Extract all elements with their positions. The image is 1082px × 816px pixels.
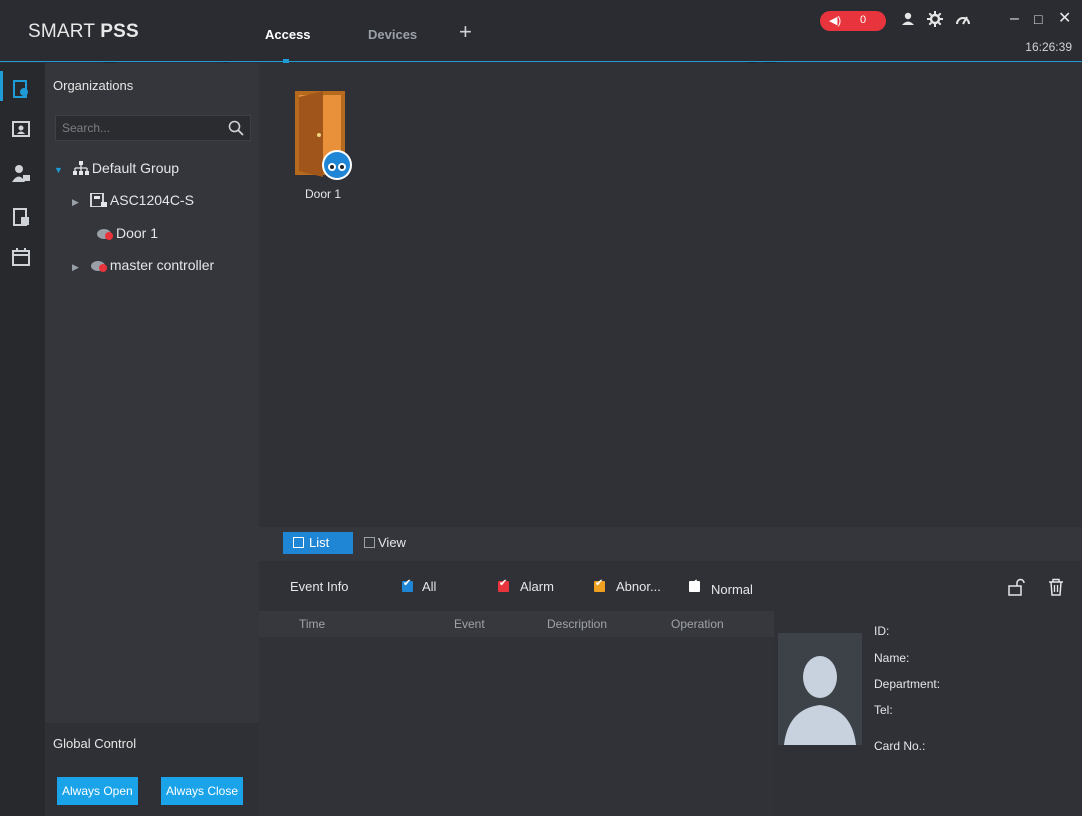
column-header-event[interactable]: Event <box>454 617 485 631</box>
person-department-label: Department: <box>874 677 941 691</box>
list-grid-icon <box>293 537 304 548</box>
column-header-time[interactable]: Time <box>299 617 325 631</box>
trash-icon[interactable] <box>1048 578 1064 596</box>
tree-item-master-controller[interactable]: ▶ master controller <box>72 254 214 276</box>
alarm-count: 0 <box>860 14 867 26</box>
minimize-icon[interactable]: – <box>1010 10 1019 28</box>
tree-item-door-1[interactable]: Door 1 <box>96 222 158 244</box>
search-icon[interactable] <box>228 120 244 136</box>
person-card-label: Card No.: <box>874 739 926 753</box>
list-mode-button[interactable]: List <box>283 532 353 554</box>
event-table-body <box>259 637 774 816</box>
unlock-icon[interactable] <box>1007 578 1025 596</box>
performance-gauge-icon[interactable] <box>955 11 971 27</box>
door-icon <box>295 91 352 180</box>
tab-access[interactable]: Access <box>265 27 311 42</box>
person-info-panel: ID: Name: Department: Tel: Card No.: <box>774 611 1082 816</box>
organizations-panel: Organizations ▼ Default Group ▶ ASC1204C… <box>45 63 259 816</box>
person-id-label: ID: <box>874 624 890 638</box>
always-close-button[interactable]: Always Close <box>161 777 244 805</box>
personnel-card-icon[interactable] <box>11 119 31 139</box>
filter-abnormal-label: Abnor... <box>616 579 661 594</box>
person-name-label: Name: <box>874 651 910 665</box>
tab-devices[interactable]: Devices <box>368 27 417 42</box>
collapse-arrow-icon[interactable]: ▶ <box>72 191 86 213</box>
global-control-title: Global Control <box>53 736 137 751</box>
door-tile-label: Door 1 <box>304 187 342 201</box>
organization-icon[interactable] <box>11 79 31 99</box>
title-bar: SMART PSS Access Devices + ◀) 0 – □ ✕ 16… <box>0 0 1082 63</box>
filter-alarm-label: Alarm <box>520 579 554 594</box>
close-icon[interactable]: ✕ <box>1058 10 1071 28</box>
alarm-counter-button[interactable]: ◀) 0 <box>820 11 886 31</box>
group-icon <box>72 161 89 175</box>
rail-selection-indicator <box>0 71 3 101</box>
filter-normal-checkbox[interactable] <box>689 578 700 592</box>
search-input[interactable] <box>56 116 221 140</box>
add-tab-icon[interactable]: + <box>459 21 472 43</box>
filter-normal-label: Normal <box>711 582 753 597</box>
door-icon <box>97 229 113 240</box>
calendar-icon[interactable] <box>11 247 31 267</box>
view-grid-icon <box>364 537 375 548</box>
tree-item-asc1204c-s[interactable]: ▶ ASC1204C-S <box>72 189 194 211</box>
app-logo: SMART PSS <box>28 21 139 42</box>
tree-item-label: Default Group <box>91 160 180 176</box>
event-info-label: Event Info <box>290 579 349 594</box>
search-box <box>55 115 251 141</box>
filter-all-label: All <box>422 579 437 594</box>
left-icon-rail <box>0 63 45 816</box>
always-open-button[interactable]: Always Open <box>57 777 138 805</box>
door-icon <box>90 261 107 272</box>
expand-arrow-icon[interactable]: ▼ <box>54 159 68 181</box>
controller-icon <box>89 193 107 207</box>
collapse-arrow-icon[interactable]: ▶ <box>72 256 86 278</box>
filter-alarm-checkbox[interactable] <box>498 578 509 592</box>
avatar <box>778 633 862 745</box>
maximize-icon[interactable]: □ <box>1034 10 1042 28</box>
door-tile[interactable]: Door 1 <box>291 89 355 207</box>
event-table-header: Time Event Description Operation <box>259 611 774 637</box>
tree-item-default-group[interactable]: ▼ Default Group <box>54 157 179 179</box>
user-permission-icon[interactable] <box>11 163 31 183</box>
view-mode-button[interactable]: View <box>364 532 406 554</box>
user-icon[interactable] <box>900 11 916 27</box>
person-tel-label: Tel: <box>874 703 893 717</box>
gear-icon[interactable] <box>927 11 943 27</box>
filter-abnormal-checkbox[interactable] <box>594 578 605 592</box>
app-window: ST. 1998 WE SECURE YOUR LIFE SMART PSS A… <box>0 0 1082 816</box>
tree-item-label: master controller <box>109 257 215 273</box>
event-filter-row: Event Info All Alarm Abnor... Normal <box>259 574 1082 602</box>
list-view-toolbar: List View <box>259 527 1082 561</box>
column-header-operation[interactable]: Operation <box>671 617 724 631</box>
avatar-silhouette-icon <box>778 633 862 745</box>
filter-all-checkbox[interactable] <box>402 578 413 592</box>
speaker-icon: ◀) <box>829 15 842 27</box>
column-header-description[interactable]: Description <box>547 617 607 631</box>
panel-title: Organizations <box>53 78 134 93</box>
door-config-icon[interactable] <box>11 207 31 227</box>
tree-item-label: Door 1 <box>116 225 159 241</box>
clock: 16:26:39 <box>1025 40 1072 54</box>
tree-item-label: ASC1204C-S <box>109 192 194 208</box>
